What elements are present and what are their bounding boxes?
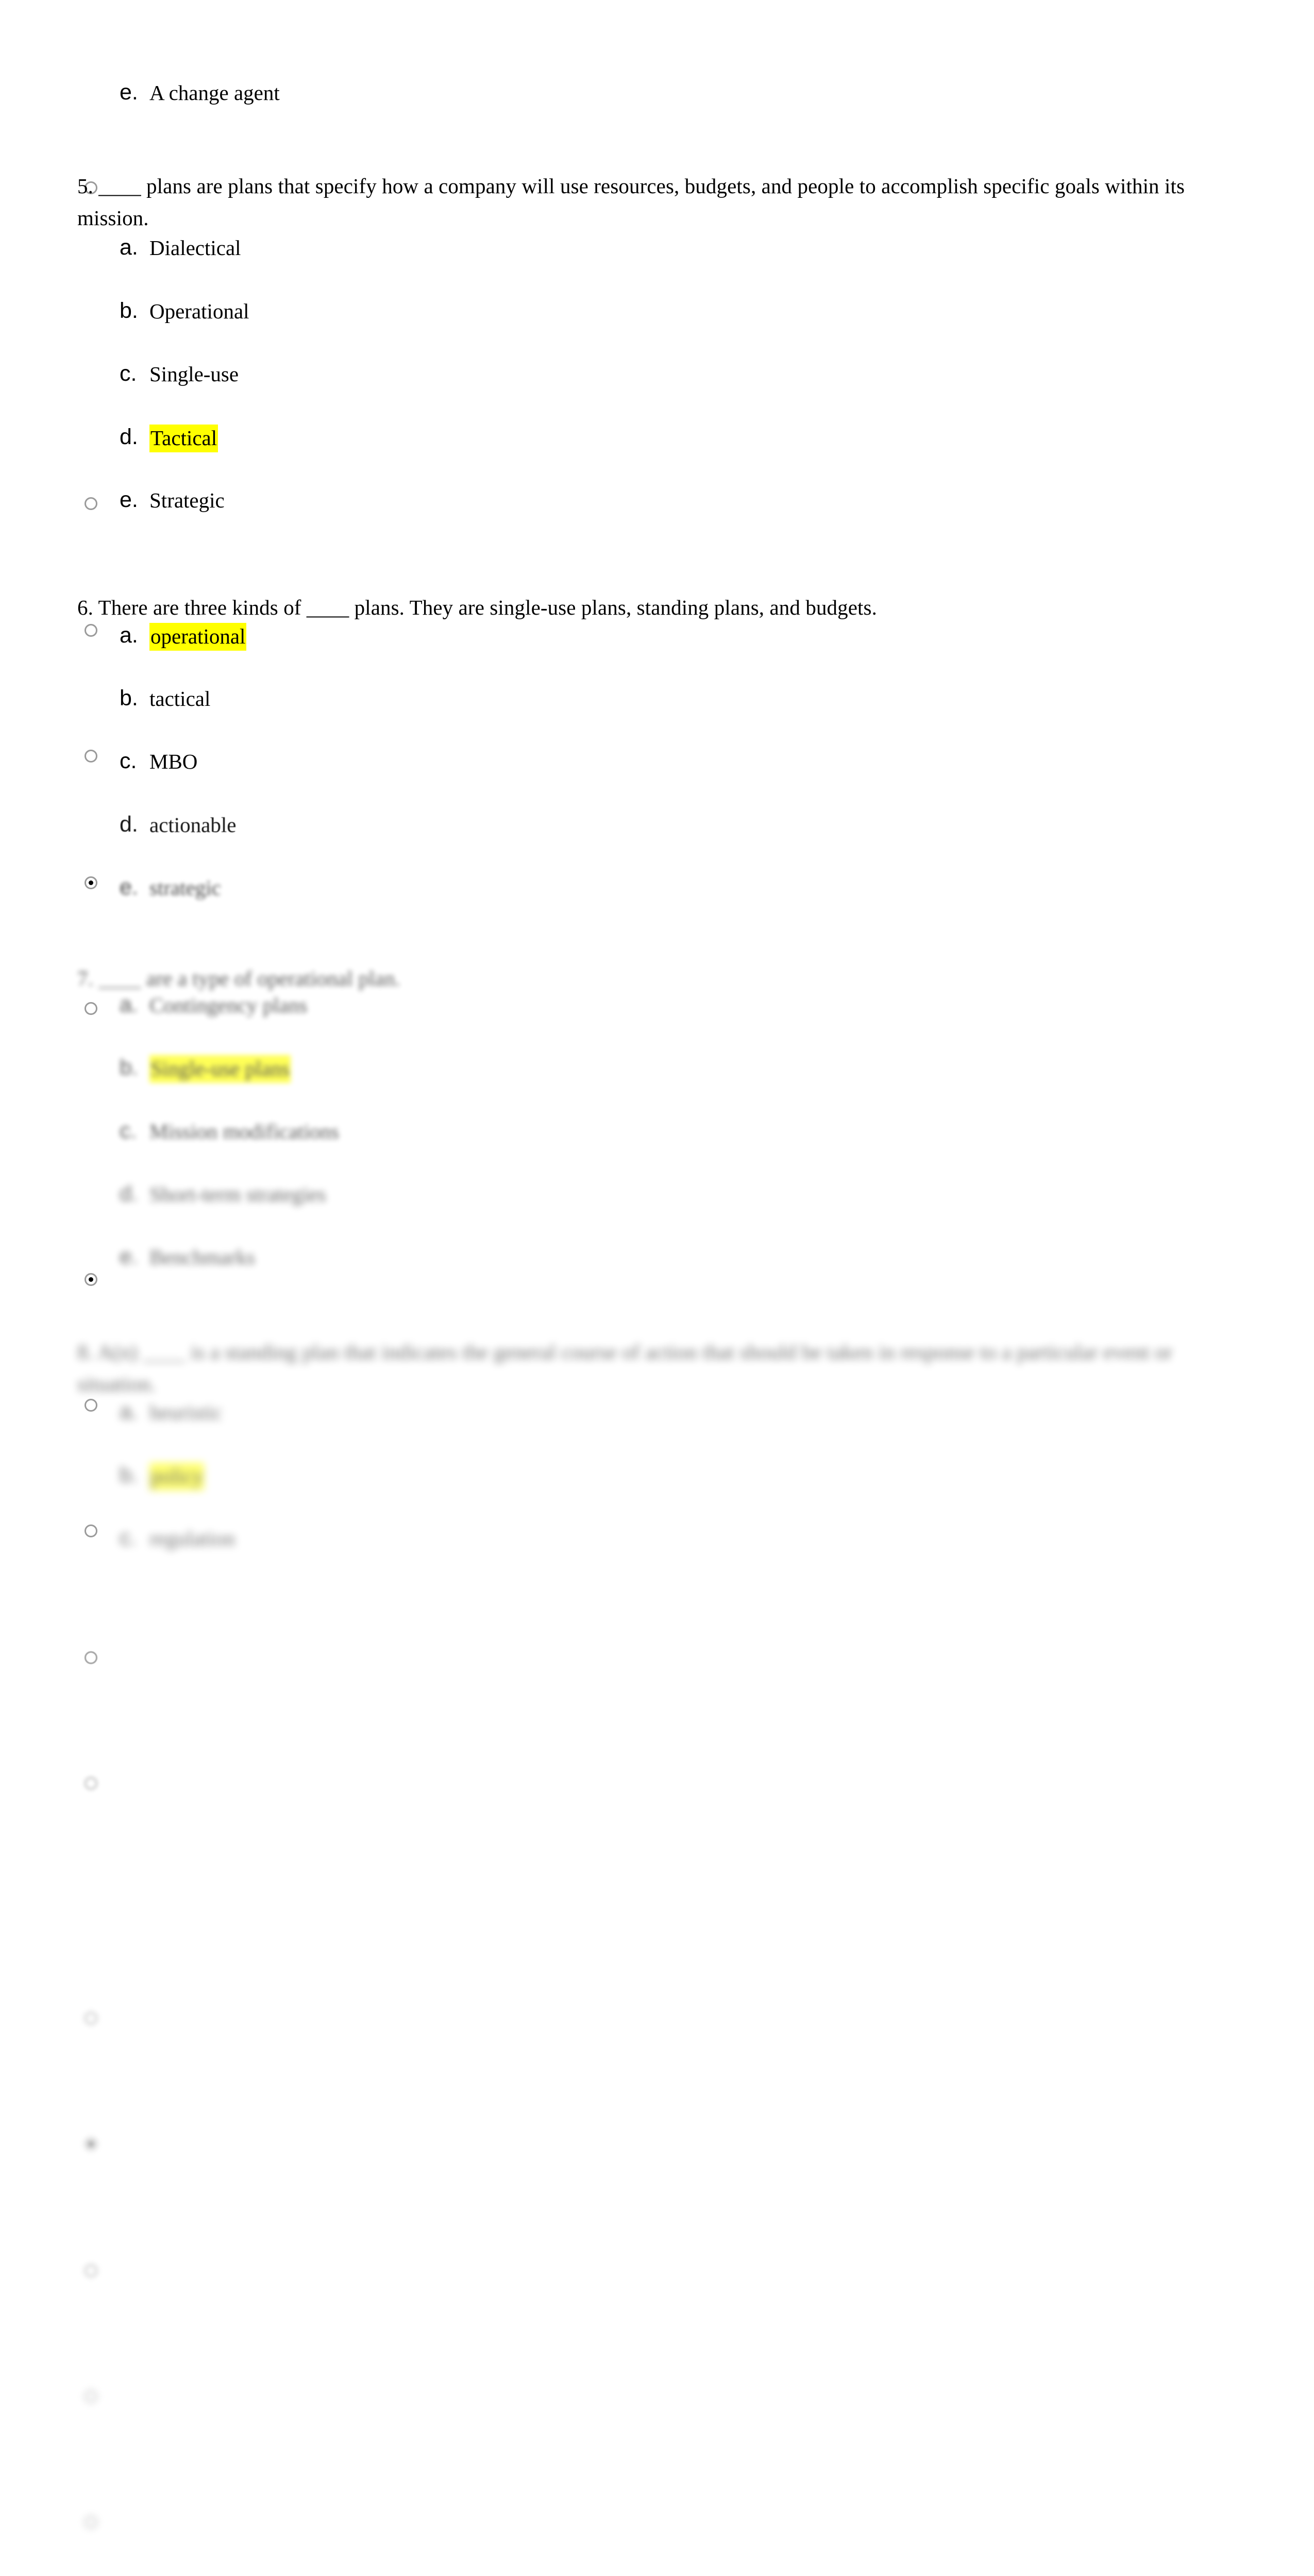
- list-item[interactable]: e. strategic: [0, 874, 1237, 1790]
- option-letter: c.: [120, 1526, 137, 1550]
- radio-button[interactable]: [85, 1651, 97, 1664]
- list-item[interactable]: d. Tactical: [0, 424, 1237, 889]
- list-item[interactable]: e. Strategic: [0, 487, 1237, 1015]
- option-letter: c.: [120, 749, 137, 773]
- option-letter: b.: [120, 298, 138, 323]
- option-letter: a.: [120, 1399, 138, 1424]
- list-item[interactable]: e. Benchmarks: [0, 1244, 1237, 2529]
- option-letter: e.: [120, 80, 138, 105]
- question-stem-6: 6. There are three kinds of ____ plans. …: [77, 596, 877, 619]
- option-label: policy: [149, 1463, 205, 1490]
- option-letter: b.: [120, 686, 138, 710]
- list-item[interactable]: b. policy: [0, 1462, 1237, 1525]
- option-label: operational: [149, 623, 247, 651]
- option-letter: d.: [120, 425, 138, 449]
- option-label: A change agent: [149, 81, 280, 105]
- option-label: Operational: [149, 299, 249, 323]
- option-letter: a.: [120, 235, 138, 260]
- list-item[interactable]: c. MBO: [0, 748, 1237, 1537]
- option-label: tactical: [149, 687, 211, 710]
- option-letter: e.: [120, 487, 138, 512]
- list-item[interactable]: c. Single-use: [0, 361, 1237, 762]
- option-letter: b.: [120, 1463, 138, 1487]
- radio-button[interactable]: [85, 1777, 97, 1790]
- radio-button[interactable]: [85, 2264, 97, 2277]
- option-label: regulation: [149, 1527, 235, 1550]
- list-item[interactable]: b. Single-use plans: [0, 1055, 1237, 2150]
- option-label: Strategic: [149, 488, 225, 512]
- option-letter: a.: [120, 992, 138, 1017]
- option-label: Single-use plans: [149, 1055, 291, 1083]
- list-item[interactable]: a. Dialectical: [0, 234, 1237, 510]
- question-stem-8: 8. A(n) ____ is a standing plan that ind…: [77, 1340, 1178, 1396]
- option-label: Contingency plans: [149, 993, 308, 1017]
- option-label: Dialectical: [149, 236, 241, 260]
- option-label: Benchmarks: [149, 1245, 255, 1269]
- option-letter: a.: [120, 623, 138, 648]
- option-letter: e.: [120, 875, 138, 900]
- option-label: Single-use: [149, 362, 239, 386]
- list-item[interactable]: d. Short-term strategies: [0, 1181, 1237, 2403]
- list-item[interactable]: d. actionable: [0, 811, 1237, 1664]
- option-label: Short-term strategies: [149, 1182, 326, 1206]
- radio-button[interactable]: [85, 2390, 97, 2403]
- option-letter: c.: [120, 1118, 137, 1143]
- option-letter: d.: [120, 1181, 138, 1206]
- option-label: Tactical: [149, 425, 218, 452]
- question-stem-5: 5. ____ plans are plans that specify how…: [77, 174, 1190, 230]
- list-item[interactable]: a. Contingency plans: [0, 992, 1237, 2025]
- option-letter: e.: [120, 1244, 138, 1269]
- option-label: MBO: [149, 750, 198, 773]
- list-item[interactable]: a. heuristic: [0, 1399, 1237, 1462]
- question-stem-7: 7. ____ are a type of operational plan.: [77, 967, 400, 990]
- list-item[interactable]: a. operational: [0, 622, 1237, 1286]
- option-letter: d.: [120, 812, 138, 837]
- radio-button[interactable]: [85, 2138, 97, 2150]
- option-label: Mission modifications: [149, 1120, 339, 1143]
- list-item[interactable]: b. Operational: [0, 298, 1237, 637]
- list-item[interactable]: c. Mission modifications: [0, 1118, 1237, 2277]
- list-item[interactable]: e. A change agent: [0, 79, 1237, 194]
- option-label: actionable: [149, 813, 237, 837]
- option-letter: b.: [120, 1055, 138, 1080]
- document-page: e. A change agent 5. ____ plans are plan…: [0, 0, 1314, 2529]
- list-item[interactable]: c. regulation: [0, 1525, 1237, 1588]
- option-label: strategic: [149, 876, 221, 900]
- list-item[interactable]: b. tactical: [0, 685, 1237, 1412]
- radio-button[interactable]: [85, 2516, 97, 2529]
- option-label: heuristic: [149, 1400, 223, 1424]
- radio-button[interactable]: [85, 2012, 97, 2025]
- option-letter: c.: [120, 361, 137, 386]
